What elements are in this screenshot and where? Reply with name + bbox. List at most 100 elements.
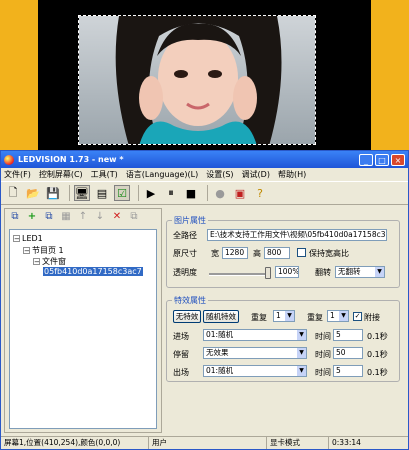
main-content: ⧉ + ⧉ ▦ ↑ ↓ ✕ ⧉ − LED1 − 节目页 1 − 文件窗 05f…	[4, 208, 405, 433]
layout-icon[interactable]: ▤	[94, 185, 110, 201]
stay-time-field[interactable]: 50	[333, 347, 363, 359]
tree-node-label: 05fb410d0a17158c3ac7	[43, 267, 143, 276]
move-up-icon[interactable]: ↑	[77, 211, 89, 223]
copy-icon[interactable]: ⧉	[9, 211, 21, 223]
repeat-label: 重复	[251, 313, 267, 322]
keep-ratio-checkbox[interactable]	[297, 248, 306, 257]
monitor-icon[interactable]: 🖥	[74, 185, 90, 201]
stay-label: 停留	[173, 350, 189, 359]
menu-bar: 文件(F) 控制屏幕(C) 工具(T) 语言(Language)(L) 设置(S…	[1, 168, 408, 181]
pause-icon[interactable]: ⏸	[163, 185, 179, 201]
menu-control-screen[interactable]: 控制屏幕(C)	[39, 169, 83, 180]
preview-image[interactable]	[78, 15, 316, 145]
repeat-select[interactable]: 1 ▼	[273, 310, 295, 322]
chevron-down-icon[interactable]: ▼	[297, 330, 306, 340]
toolbar-separator	[138, 185, 139, 201]
program-tree: − LED1 − 节目页 1 − 文件窗 05fb410d0a17158c3ac7	[9, 229, 157, 429]
screen-send-icon[interactable]: ▣	[232, 185, 248, 201]
menu-settings[interactable]: 设置(S)	[206, 169, 233, 180]
status-user: 用户	[149, 437, 267, 449]
exit-effect-value: 01:随机	[206, 366, 234, 375]
record-icon[interactable]: ●	[212, 185, 228, 201]
width-field[interactable]: 1280	[222, 247, 248, 259]
properties-panel: 图片属性 全路径 E:\技术支持工作用文件\视频\05fb410d0a17158…	[166, 208, 404, 433]
status-mode: 显卡模式	[267, 437, 329, 449]
path-label: 全路径	[173, 231, 197, 240]
checkbox-icon[interactable]: ☑	[114, 185, 130, 201]
move-down-icon[interactable]: ↓	[94, 211, 106, 223]
chevron-down-icon[interactable]: ▼	[297, 348, 306, 358]
stop-icon[interactable]: ■	[183, 185, 199, 201]
stay-effect-select[interactable]: 无效果 ▼	[203, 347, 307, 359]
chevron-down-icon[interactable]: ▼	[339, 311, 348, 321]
tree-node-label: LED1	[22, 234, 43, 243]
toolbar-separator	[69, 185, 70, 201]
delete-icon[interactable]: ✕	[111, 211, 123, 223]
size-label: 原尺寸	[173, 249, 197, 258]
menu-language[interactable]: 语言(Language)(L)	[126, 169, 198, 180]
random-effect-button[interactable]: 随机特效	[203, 310, 239, 323]
collapse-icon[interactable]: −	[13, 235, 20, 243]
keep-ratio-label: 保持宽高比	[309, 249, 349, 258]
new-file-icon[interactable]: 🗋	[5, 185, 21, 201]
properties-icon[interactable]: ⧉	[128, 211, 140, 223]
enter-time-field[interactable]: 5	[333, 329, 363, 341]
repeat2-select[interactable]: 1 ▼	[327, 310, 349, 322]
path-field[interactable]: E:\技术支持工作用文件\视频\05fb410d0a17158c3ac76	[207, 229, 387, 241]
attach-label: 附接	[364, 313, 380, 322]
tree-node-window[interactable]: − 文件窗	[33, 256, 66, 267]
attach-checkbox[interactable]: ✓	[353, 312, 362, 321]
exit-effect-select[interactable]: 01:随机 ▼	[203, 365, 307, 377]
save-icon[interactable]: 💾	[45, 185, 61, 201]
menu-file[interactable]: 文件(F)	[4, 169, 31, 180]
status-time: 0:33:14	[332, 438, 361, 447]
maximize-button[interactable]: □	[375, 153, 389, 166]
exit-time-field[interactable]: 5	[333, 365, 363, 377]
flip-select[interactable]: 无翻转 ▼	[335, 266, 385, 278]
close-button[interactable]: ×	[391, 153, 405, 166]
stay-effect-value: 无效果	[206, 348, 229, 357]
enter-time-label: 时间	[315, 332, 331, 341]
toolbar-separator	[207, 185, 208, 201]
open-folder-icon[interactable]: 📂	[25, 185, 41, 201]
status-position: 屏幕1,位置(410,254),颜色(0,0,0)	[1, 437, 149, 449]
paste-icon[interactable]: ▦	[60, 211, 72, 223]
minimize-button[interactable]: _	[359, 153, 373, 166]
opacity-label: 透明度	[173, 268, 197, 277]
opacity-field[interactable]: 100%	[275, 266, 299, 278]
program-tree-panel: ⧉ + ⧉ ▦ ↑ ↓ ✕ ⧉ − LED1 − 节目页 1 − 文件窗 05f…	[4, 208, 162, 433]
height-field[interactable]: 800	[264, 247, 290, 259]
height-label: 高	[253, 249, 261, 258]
group-title: 图片属性	[172, 215, 208, 226]
collapse-icon[interactable]: −	[33, 258, 40, 266]
menu-debug[interactable]: 调试(D)	[242, 169, 270, 180]
duplicate-icon[interactable]: ⧉	[43, 211, 55, 223]
add-icon[interactable]: +	[26, 211, 38, 223]
enter-label: 进场	[173, 332, 189, 341]
tree-node-image[interactable]: 05fb410d0a17158c3ac7	[43, 267, 143, 276]
tree-node-led1[interactable]: − LED1	[13, 234, 43, 243]
collapse-icon[interactable]: −	[23, 247, 30, 255]
tree-toolbar: ⧉ + ⧉ ▦ ↑ ↓ ✕ ⧉	[5, 209, 161, 225]
opacity-slider[interactable]	[209, 273, 269, 276]
opacity-slider-thumb[interactable]	[265, 267, 271, 279]
menu-help[interactable]: 帮助(H)	[278, 169, 306, 180]
flip-label: 翻转	[315, 268, 331, 277]
exit-label: 出场	[173, 368, 189, 377]
enter-effect-select[interactable]: 01:随机 ▼	[203, 329, 307, 341]
chevron-down-icon[interactable]: ▼	[375, 267, 384, 277]
no-effect-button[interactable]: 无特效	[173, 310, 201, 323]
repeat2-label: 重复	[307, 313, 323, 322]
stay-time-label: 时间	[315, 350, 331, 359]
help-icon[interactable]: ?	[252, 185, 268, 201]
menu-tools[interactable]: 工具(T)	[91, 169, 118, 180]
exit-time-label: 时间	[315, 368, 331, 377]
play-icon[interactable]: ▶	[143, 185, 159, 201]
tree-node-label: 节目页 1	[32, 246, 64, 255]
chevron-down-icon[interactable]: ▼	[297, 366, 306, 376]
title-bar[interactable]: LEDVISION 1.73 - new * _ □ ×	[1, 151, 408, 168]
tree-node-page[interactable]: − 节目页 1	[23, 245, 64, 256]
exit-time-unit: 0.1秒	[367, 368, 388, 377]
chevron-down-icon[interactable]: ▼	[285, 311, 294, 321]
toolbar: 🗋 📂 💾 🖥 ▤ ☑ ▶ ⏸ ■ ● ▣ ?	[1, 181, 408, 205]
